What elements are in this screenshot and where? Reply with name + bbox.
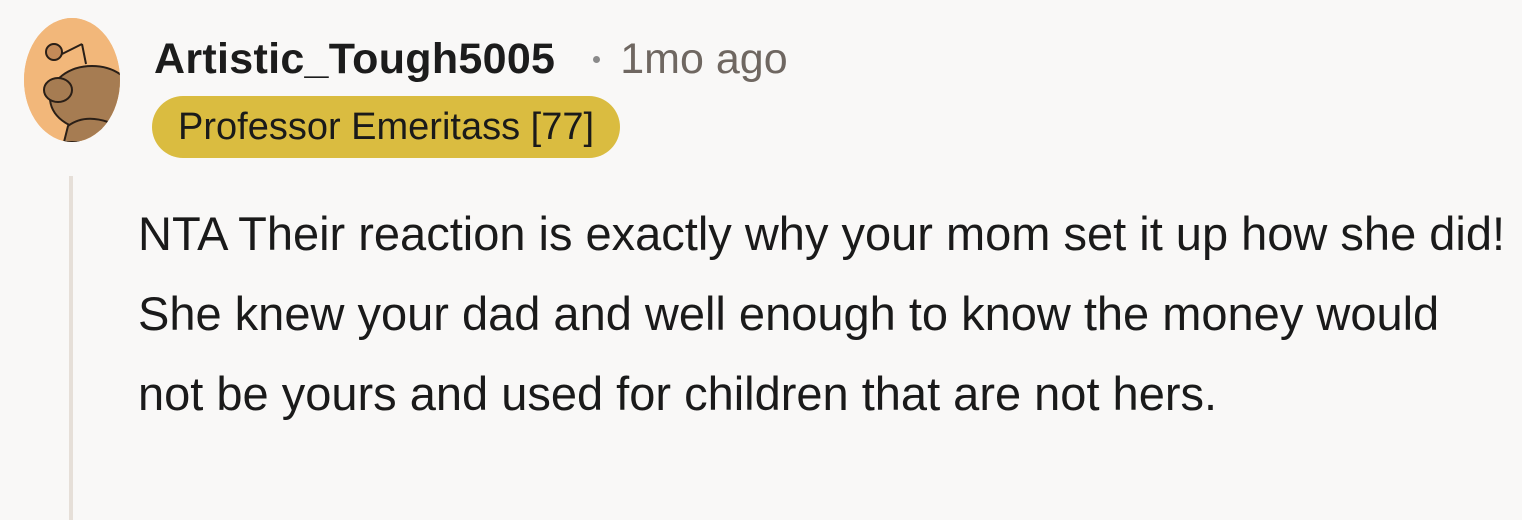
separator-dot — [593, 55, 601, 63]
user-avatar[interactable] — [24, 18, 120, 142]
reddit-snoo-avatar-icon — [24, 18, 120, 142]
thread-line[interactable] — [69, 176, 73, 520]
user-flair-badge: Professor Emeritass [77] — [152, 96, 621, 158]
comment-timestamp[interactable]: 1mo ago — [620, 35, 787, 84]
comment: Artistic_Tough5005 1mo ago Professor Eme… — [0, 0, 1522, 520]
comment-meta: Artistic_Tough5005 1mo ago — [154, 30, 788, 88]
comment-body: NTA Their reaction is exactly why your m… — [138, 207, 1506, 420]
author-username-link[interactable]: Artistic_Tough5005 — [154, 35, 555, 84]
